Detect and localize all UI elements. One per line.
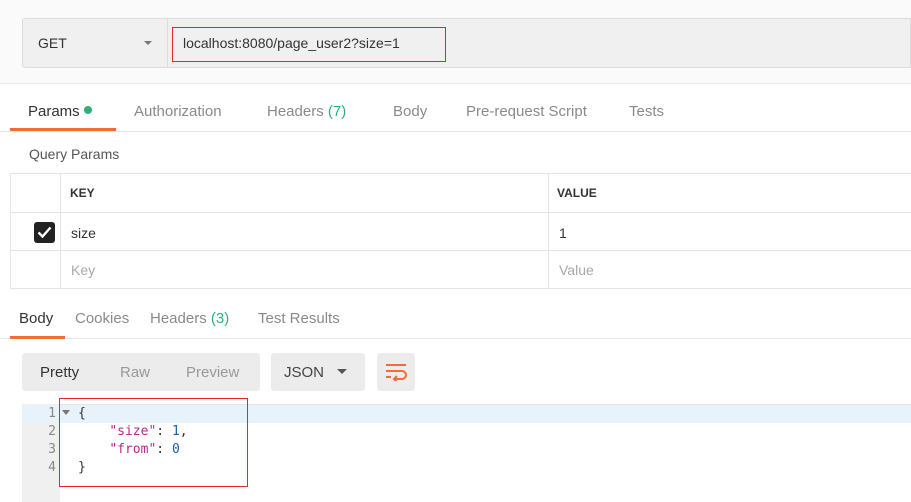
table-border <box>10 173 911 174</box>
raw-button[interactable]: Raw <box>120 364 150 381</box>
format-label: JSON <box>284 364 325 381</box>
param-enabled-checkbox[interactable] <box>34 222 55 243</box>
tab-headers-label: Headers <box>267 103 324 120</box>
tab-tests[interactable]: Tests <box>629 103 664 120</box>
tab-prerequest-script[interactable]: Pre-request Script <box>466 103 587 120</box>
tab-headers[interactable]: Headers (7) <box>267 103 346 120</box>
new-value-input[interactable]: Value <box>559 262 594 278</box>
method-select[interactable]: GET <box>22 18 167 68</box>
tab-params[interactable]: Params <box>28 103 92 120</box>
pretty-button[interactable]: Pretty <box>40 364 79 381</box>
tab-params-label: Params <box>28 103 80 120</box>
preview-button[interactable]: Preview <box>186 364 239 381</box>
table-border <box>60 173 61 288</box>
table-border <box>548 173 549 288</box>
checkmark-icon <box>37 226 52 239</box>
column-header-value: VALUE <box>557 186 597 200</box>
active-tab-indicator <box>10 128 116 131</box>
status-dot-icon <box>83 106 92 114</box>
tab-response-headers-count: (3) <box>210 310 230 327</box>
tab-response-body[interactable]: Body <box>19 310 53 327</box>
url-highlight-box <box>172 27 446 62</box>
method-label: GET <box>38 35 67 51</box>
tab-response-headers-label: Headers <box>150 310 207 327</box>
new-key-input[interactable]: Key <box>71 262 95 278</box>
line-number: 3 <box>48 442 56 457</box>
chevron-down-icon <box>144 41 152 45</box>
tab-response-headers[interactable]: Headers (3) <box>150 310 229 327</box>
code-highlight-box <box>59 398 248 487</box>
table-border <box>10 288 911 289</box>
line-number: 1 <box>48 406 56 421</box>
view-mode-group: Pretty Raw Preview <box>22 353 260 391</box>
format-select[interactable]: JSON <box>271 353 365 391</box>
table-border <box>10 212 911 213</box>
wrap-lines-button[interactable] <box>377 353 415 391</box>
request-tabs: Params Authorization Headers (7) Body Pr… <box>0 85 911 132</box>
chevron-down-icon <box>337 369 347 374</box>
line-number: 2 <box>48 424 56 439</box>
param-value-cell[interactable]: 1 <box>559 225 567 241</box>
line-number: 4 <box>48 460 56 475</box>
table-border <box>10 173 11 288</box>
tab-test-results[interactable]: Test Results <box>258 310 340 327</box>
request-bar: GET localhost:8080/page_user2?size=1 <box>0 0 911 84</box>
tab-cookies[interactable]: Cookies <box>75 310 129 327</box>
tab-body[interactable]: Body <box>393 103 427 120</box>
tab-authorization[interactable]: Authorization <box>134 103 222 120</box>
active-tab-indicator <box>10 336 65 339</box>
column-header-key: KEY <box>70 186 95 200</box>
response-tabs: Body Cookies Headers (3) Test Results <box>0 296 911 339</box>
query-params-title: Query Params <box>29 146 120 162</box>
param-key-cell[interactable]: size <box>71 225 96 241</box>
tab-headers-count: (7) <box>327 103 347 120</box>
wrap-lines-icon <box>386 364 407 381</box>
table-border <box>10 250 911 251</box>
